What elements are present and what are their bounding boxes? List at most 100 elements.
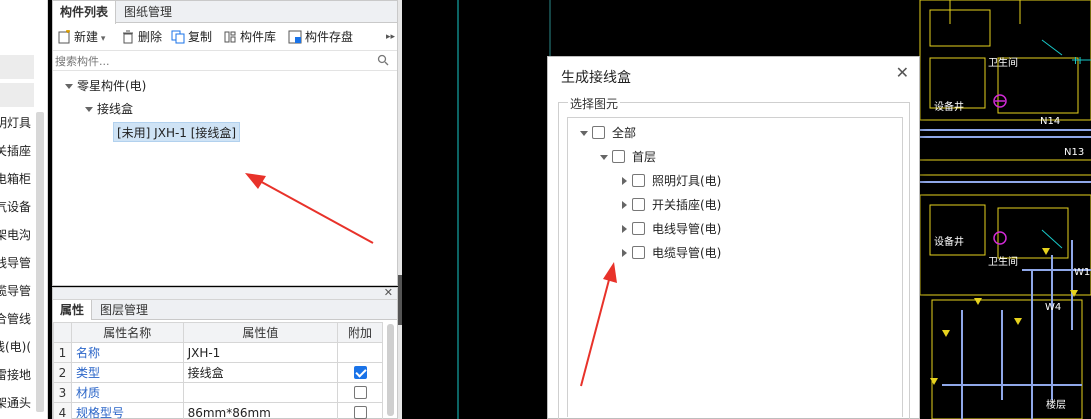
nav-item[interactable]: 气设备 <box>0 197 31 217</box>
properties-scrollbar[interactable] <box>387 324 394 416</box>
new-label: 新建 <box>74 30 99 44</box>
tree-node-label: 首层 <box>632 150 657 164</box>
tree-node-label: 全部 <box>612 126 637 140</box>
nav-item[interactable]: 明灯具 <box>0 113 31 133</box>
tab-component-list[interactable]: 构件列表 <box>53 1 117 24</box>
tree-node-wire-conduit[interactable]: 电线导管(电) <box>622 220 721 238</box>
property-value[interactable] <box>182 382 339 403</box>
new-icon <box>58 29 70 44</box>
tree-node-lighting[interactable]: 照明灯具(电) <box>622 172 721 190</box>
caret-right-icon[interactable] <box>622 225 627 233</box>
attach-checkbox[interactable] <box>353 385 367 399</box>
caret-down-icon[interactable] <box>600 155 608 160</box>
cad-conduits <box>920 129 1091 419</box>
property-name: 规格型号 <box>70 402 184 419</box>
checkbox-switch-socket[interactable] <box>632 198 645 211</box>
copy-button[interactable]: 复制 <box>171 28 212 46</box>
trash-icon <box>123 30 133 44</box>
dialog-title: 生成接线盒 <box>561 70 631 86</box>
nav-item[interactable]: 合管线 <box>0 309 31 329</box>
select-elements-group: 选择图元 全部 首层 照明灯具(电) 开关插座(电) 电线导管(电) 电缆导管(… <box>558 95 910 419</box>
checkbox-wire-conduit[interactable] <box>632 222 645 235</box>
save-component-button[interactable]: 构件存盘 <box>288 28 353 46</box>
nav-item[interactable]: 线(电)( <box>0 337 31 357</box>
caret-down-icon[interactable] <box>65 84 73 89</box>
tree-node-label: 电缆导管(电) <box>652 246 722 260</box>
cad-fixtures <box>993 94 1007 245</box>
attach-checkbox[interactable] <box>353 405 367 419</box>
save-label: 构件存盘 <box>305 30 354 44</box>
row-number: 3 <box>53 382 72 403</box>
nav-item[interactable]: 雷接地 <box>0 365 31 385</box>
tree-node-cable-conduit[interactable]: 电缆导管(电) <box>622 244 721 262</box>
cad-label: 设备井 <box>934 235 964 248</box>
property-value[interactable]: JXH-1 <box>182 342 339 363</box>
copy-icon <box>171 30 185 44</box>
table-header: 属性名称 属性值 附加 <box>53 322 383 343</box>
caret-down-icon[interactable] <box>85 107 93 112</box>
nav-scrollbar[interactable] <box>36 112 44 412</box>
library-label: 构件库 <box>240 30 277 44</box>
table-row[interactable]: 2 类型 接线盒 <box>53 362 383 383</box>
close-icon[interactable]: ✕ <box>384 286 393 299</box>
attach-checkbox[interactable] <box>353 365 367 379</box>
nav-block[interactable] <box>0 83 34 107</box>
caret-right-icon[interactable] <box>622 177 627 185</box>
component-panel: 构件列表 图纸管理 新建 ▾ 删除 复制 构件库 构件存盘 ▸▸ 零星构件(电)… <box>52 0 398 286</box>
tree-node-label: 照明灯具(电) <box>652 174 722 188</box>
checkbox-all[interactable] <box>592 126 605 139</box>
column-header-index <box>53 322 72 343</box>
close-icon[interactable]: ✕ <box>896 64 909 82</box>
group-label: 选择图元 <box>568 95 621 112</box>
tab-layer-management[interactable]: 图层管理 <box>93 300 155 320</box>
search-input[interactable] <box>53 52 353 70</box>
caret-right-icon[interactable] <box>622 201 627 209</box>
search-icon[interactable] <box>377 54 389 66</box>
table-row[interactable]: 4 规格型号 86mm*86mm <box>53 402 383 419</box>
table-row[interactable]: 3 材质 <box>53 382 383 403</box>
property-name: 材质 <box>70 382 184 403</box>
table-row[interactable]: 1 名称 JXH-1 <box>53 342 383 363</box>
new-button[interactable]: 新建 ▾ <box>57 28 105 46</box>
properties-tabbar: 属性 图层管理 <box>53 300 397 320</box>
tab-drawing-management[interactable]: 图纸管理 <box>117 1 179 23</box>
tab-properties[interactable]: 属性 <box>53 300 93 320</box>
checkbox-lighting[interactable] <box>632 174 645 187</box>
attach-cell <box>337 342 383 363</box>
row-number: 1 <box>53 342 72 363</box>
tree-node-label: 零星构件(电) <box>77 79 147 93</box>
tree-node-label: 电线导管(电) <box>652 222 722 236</box>
property-value[interactable]: 86mm*86mm <box>182 402 339 419</box>
tree-node-junction-box[interactable]: 接线盒 <box>85 99 133 119</box>
cad-label: W1 <box>1074 267 1090 278</box>
property-value[interactable]: 接线盒 <box>182 362 339 383</box>
cad-label: N14 <box>1040 116 1060 127</box>
caret-right-icon[interactable] <box>622 249 627 257</box>
checkbox-cable-conduit[interactable] <box>632 246 645 259</box>
cad-label: 卫生间 <box>988 255 1018 268</box>
column-header-attach: 附加 <box>337 322 383 343</box>
nav-item[interactable]: 架通头 <box>0 393 31 413</box>
tree-node-switch-socket[interactable]: 开关插座(电) <box>622 196 721 214</box>
save-icon <box>288 30 302 44</box>
nav-item[interactable]: 线导管 <box>0 253 31 273</box>
tree-node-root[interactable]: 零星构件(电) <box>65 76 146 96</box>
toolbar-overflow-icon[interactable]: ▸▸ <box>386 28 395 46</box>
nav-item[interactable]: 关插座 <box>0 141 31 161</box>
cad-label: 卫生间 <box>988 56 1018 69</box>
library-button[interactable]: 构件库 <box>223 28 276 46</box>
component-toolbar: 新建 ▾ 删除 复制 构件库 构件存盘 ▸▸ <box>53 23 397 51</box>
property-name: 名称 <box>70 342 184 363</box>
nav-block[interactable] <box>0 55 34 79</box>
nav-item[interactable]: 架电沟 <box>0 225 31 245</box>
caret-down-icon[interactable] <box>580 131 588 136</box>
tree-node-jxh-1[interactable]: [未用] JXH-1 [接线盒] <box>113 122 241 142</box>
delete-button[interactable]: 删除 <box>121 28 162 46</box>
library-icon <box>224 31 236 43</box>
row-number: 2 <box>53 362 72 383</box>
nav-item[interactable]: 缆导管 <box>0 281 31 301</box>
tree-node-all[interactable]: 全部 <box>580 124 636 142</box>
nav-item[interactable]: 电箱柜 <box>0 169 31 189</box>
tree-node-first-floor[interactable]: 首层 <box>600 148 656 166</box>
checkbox-first-floor[interactable] <box>612 150 625 163</box>
